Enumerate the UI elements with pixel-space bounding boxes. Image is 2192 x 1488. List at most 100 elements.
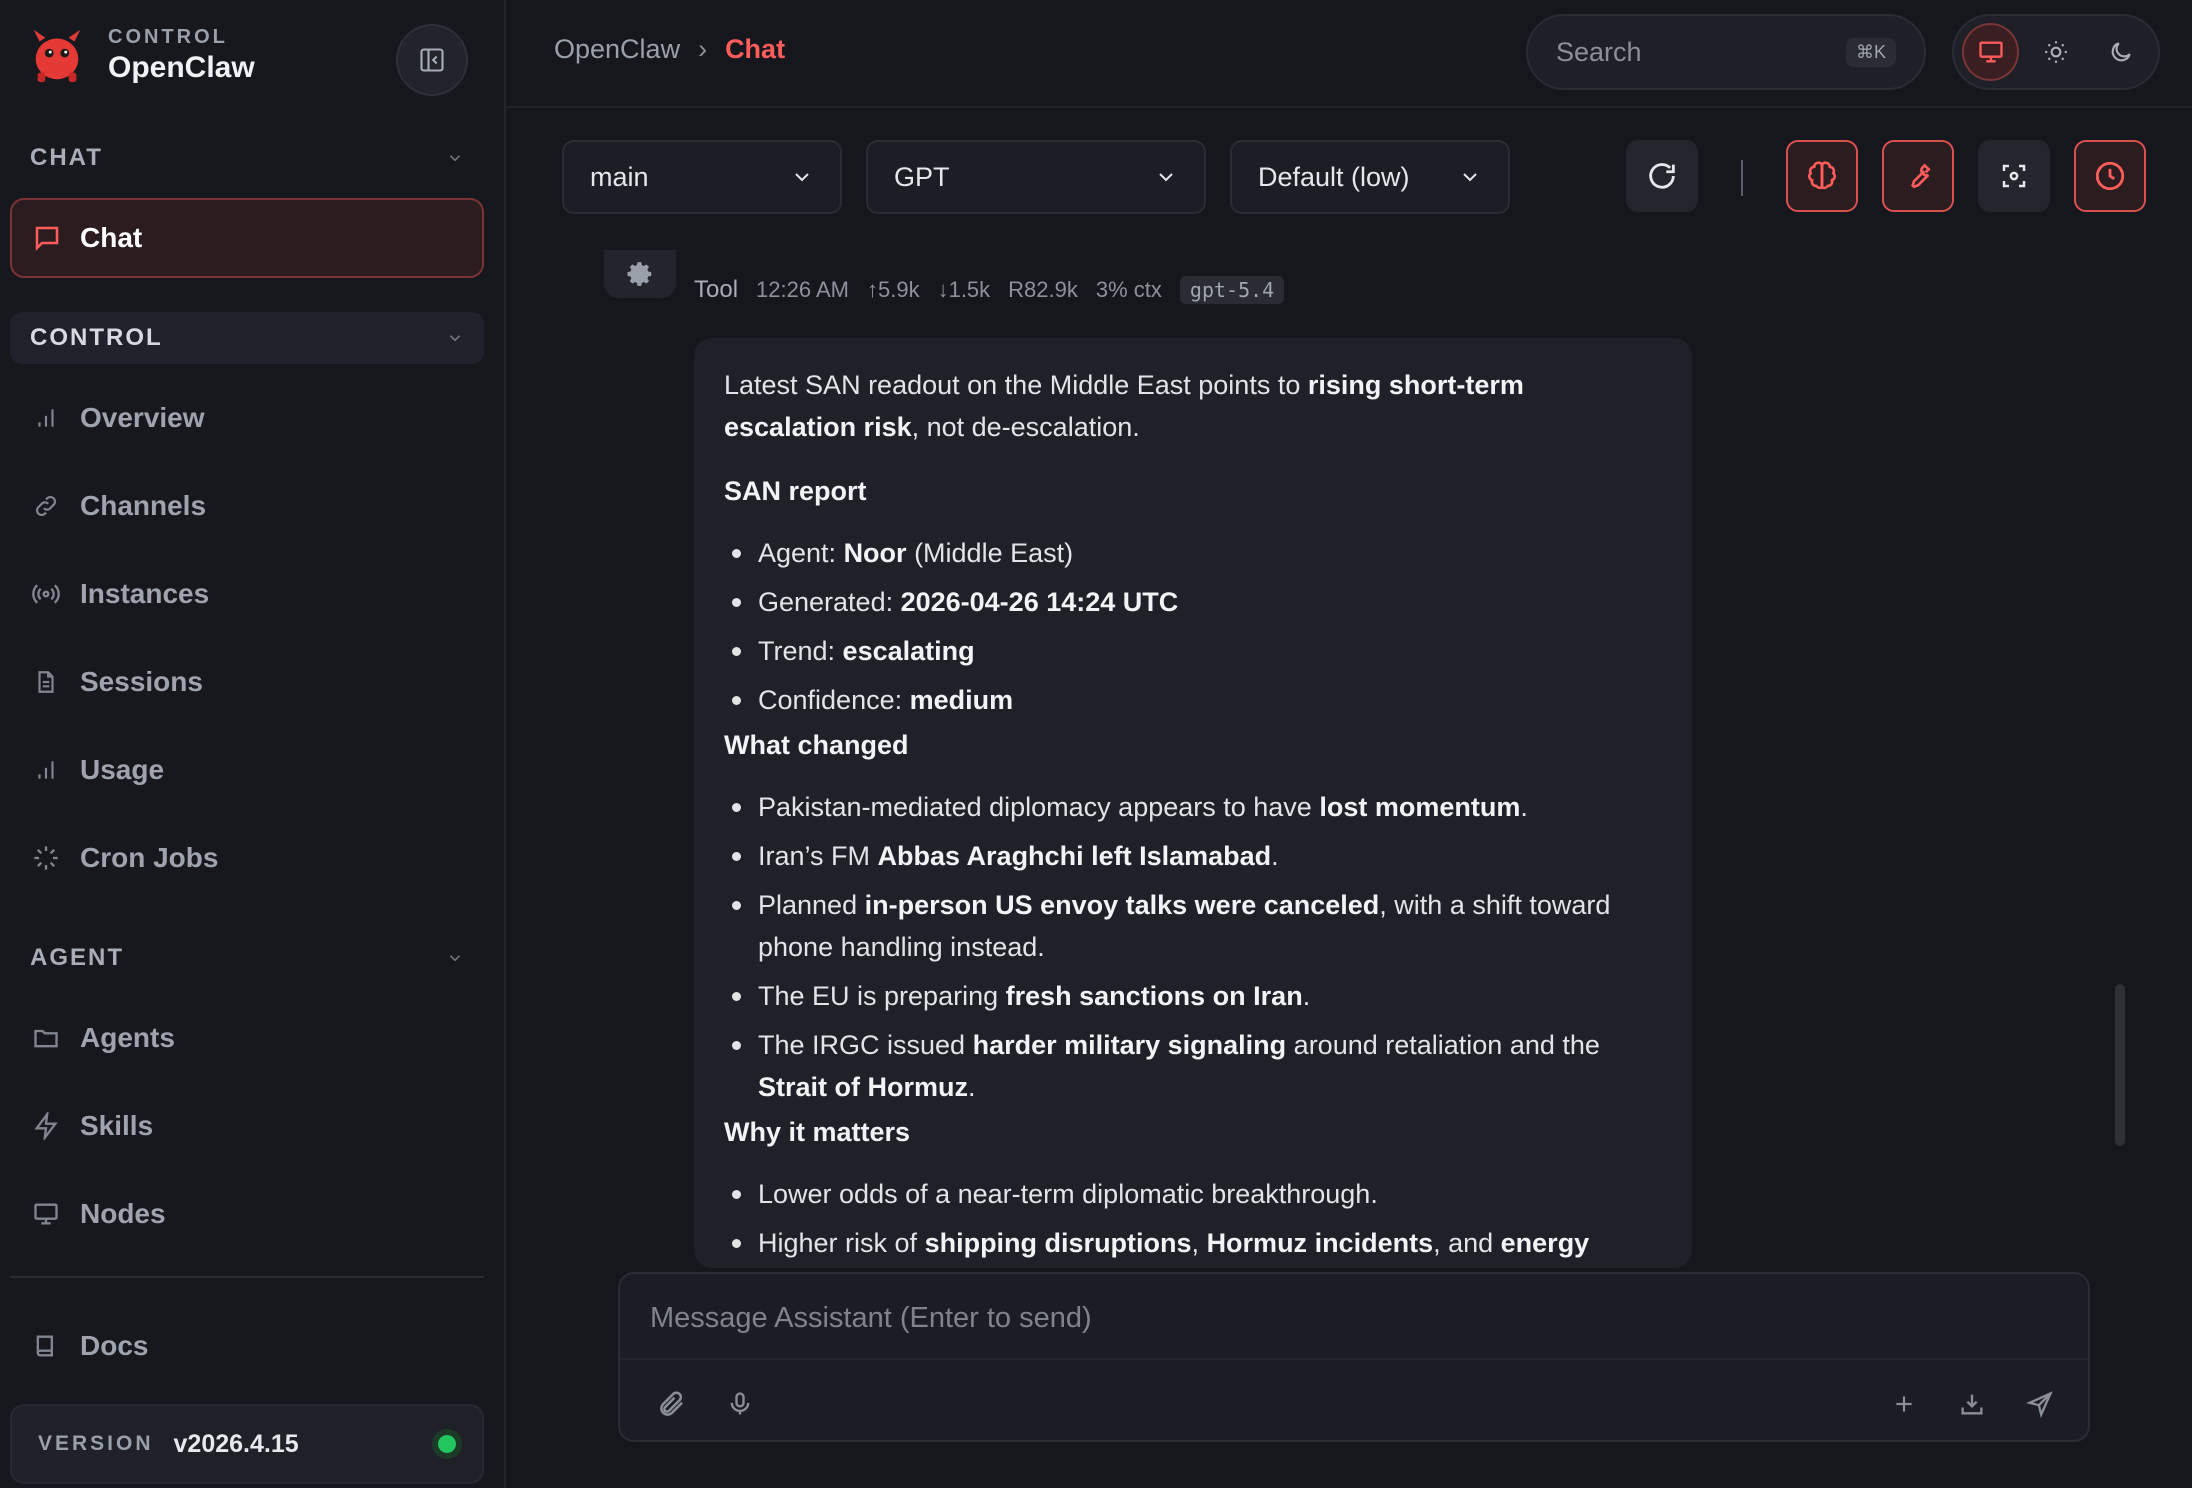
connection-status-dot [438, 1435, 456, 1453]
sun-icon [2045, 41, 2067, 63]
breadcrumb: OpenClaw › Chat [554, 34, 785, 65]
thinking-level-value: Default (low) [1258, 161, 1410, 192]
tools-toggle-button[interactable] [1882, 140, 1954, 212]
microphone-icon [730, 1392, 750, 1415]
refresh-icon [1649, 163, 1675, 189]
wrench-icon [1911, 163, 1931, 189]
loader-icon [34, 846, 58, 870]
monitor-icon [1979, 41, 2003, 63]
sidebar-item-sessions[interactable]: Sessions [10, 650, 484, 714]
sidebar-divider [10, 1276, 484, 1278]
thinking-toggle-button[interactable] [1786, 140, 1858, 212]
context-usage: 3% ctx [1095, 277, 1162, 302]
sidebar-item-label: Channels [80, 490, 207, 521]
sidebar-item-label: Sessions [80, 666, 203, 697]
link-icon [36, 496, 56, 516]
section-agent[interactable]: AGENT [10, 932, 484, 984]
tokens-in: ↑5.9k [866, 277, 920, 302]
voice-input-button[interactable] [720, 1384, 760, 1424]
report-heading: SAN report [724, 476, 867, 506]
tool-avatar [604, 250, 676, 298]
moon-icon [2112, 42, 2132, 62]
session-select[interactable]: main [562, 140, 842, 214]
model-select-value: GPT [894, 161, 950, 192]
assistant-message-bubble: Latest SAN readout on the Middle East po… [694, 338, 1692, 1268]
section-control-label: CONTROL [30, 324, 163, 351]
chevron-down-icon [449, 155, 461, 162]
section-agent-label: AGENT [30, 944, 124, 971]
sidebar-item-label: Overview [80, 402, 205, 433]
composer-divider [620, 1358, 2088, 1360]
send-icon [2026, 1391, 2053, 1418]
section-control[interactable]: CONTROL [10, 312, 484, 364]
list-item: Pakistan-mediated diplomacy appears to h… [724, 786, 1662, 828]
cron-toggle-button[interactable] [2074, 140, 2146, 212]
sidebar-item-cron-jobs[interactable]: Cron Jobs [10, 826, 484, 890]
sidebar-item-channels[interactable]: Channels [10, 474, 484, 538]
sidebar-item-label: Cron Jobs [80, 842, 219, 873]
model-select[interactable]: GPT [866, 140, 1206, 214]
list-item: The EU is preparing fresh sanctions on I… [724, 975, 1662, 1017]
sidebar-item-docs[interactable]: Docs [10, 1314, 484, 1378]
list-item: Agent: Noor (Middle East) [724, 532, 1662, 574]
collapse-sidebar-button[interactable] [396, 24, 468, 96]
sidebar-item-label: Instances [80, 578, 210, 609]
sidebar-item-instances[interactable]: Instances [10, 562, 484, 626]
gear-icon [627, 262, 652, 286]
search-shortcut-badge: ⌘K [1845, 37, 1896, 67]
refresh-button[interactable] [1626, 140, 1698, 212]
sidebar-item-agents[interactable]: Agents [10, 1006, 484, 1070]
export-button[interactable] [1952, 1384, 1992, 1424]
focus-mode-button[interactable] [1978, 140, 2050, 212]
list-item: Planned in-person US envoy talks were ca… [724, 884, 1662, 968]
breadcrumb-root[interactable]: OpenClaw [554, 34, 680, 65]
version-info: VERSION v2026.4.15 [10, 1404, 484, 1484]
section-chat[interactable]: CHAT [10, 132, 484, 184]
list-item: Trend: escalating [724, 630, 1662, 672]
sidebar-item-chat[interactable]: Chat [10, 198, 484, 278]
theme-system-button[interactable] [1962, 23, 2020, 81]
topbar: OpenClaw › Chat Search ⌘K [506, 0, 2192, 108]
chat-scrollbar[interactable] [2115, 984, 2125, 1146]
message-composer[interactable]: Message Assistant (Enter to send) [618, 1272, 2090, 1442]
version-value: v2026.4.15 [173, 1429, 299, 1458]
sidebar-item-label: Usage [80, 754, 165, 785]
list-item: Higher risk of shipping disruptions, Hor… [724, 1222, 1662, 1268]
sidebar-item-nodes[interactable]: Nodes [10, 1182, 484, 1246]
search-placeholder: Search [1556, 36, 1642, 67]
clock-icon [2095, 161, 2125, 191]
theme-switcher [1952, 14, 2160, 90]
sidebar-item-label: Agents [80, 1022, 175, 1053]
plus-icon [1896, 1396, 1912, 1412]
theme-light-button[interactable] [2027, 23, 2084, 81]
bar-chart-icon [38, 409, 54, 427]
message-time: 12:26 AM [756, 277, 849, 302]
sidebar-item-usage[interactable]: Usage [10, 738, 484, 802]
chevron-down-icon [449, 335, 461, 342]
list-item: Iran’s FM Abbas Araghchi left Islamabad. [724, 835, 1662, 877]
search-input[interactable]: Search ⌘K [1526, 14, 1926, 90]
sidebar: CONTROL OpenClaw CHAT Chat CONTROL Overv… [0, 0, 506, 1488]
message-intro: Latest SAN readout on the Middle East po… [724, 370, 1524, 442]
thinking-level-select[interactable]: Default (low) [1230, 140, 1510, 214]
message-input[interactable]: Message Assistant (Enter to send) [650, 1302, 1092, 1335]
book-icon [36, 1335, 53, 1357]
openclaw-logo-icon [33, 29, 81, 83]
message-sender: Tool [694, 276, 739, 303]
brand[interactable]: CONTROL OpenClaw [26, 24, 255, 86]
toolbar-separator [1741, 160, 1743, 196]
breadcrumb-separator: › [698, 34, 708, 64]
report-list: Agent: Noor (Middle East) Generated: 202… [724, 532, 1662, 721]
folder-icon [34, 1029, 58, 1048]
brain-icon [1808, 161, 1836, 190]
sidebar-item-skills[interactable]: Skills [10, 1094, 484, 1158]
list-item: The IRGC issued harder military signalin… [724, 1024, 1662, 1108]
version-label: VERSION [38, 1432, 154, 1455]
send-button[interactable] [2020, 1384, 2060, 1424]
matters-heading: Why it matters [724, 1117, 911, 1147]
brand-name: OpenClaw [108, 50, 255, 84]
theme-dark-button[interactable] [2093, 23, 2150, 81]
new-session-button[interactable] [1884, 1384, 1924, 1424]
attach-button[interactable] [652, 1384, 692, 1424]
sidebar-item-overview[interactable]: Overview [10, 386, 484, 450]
